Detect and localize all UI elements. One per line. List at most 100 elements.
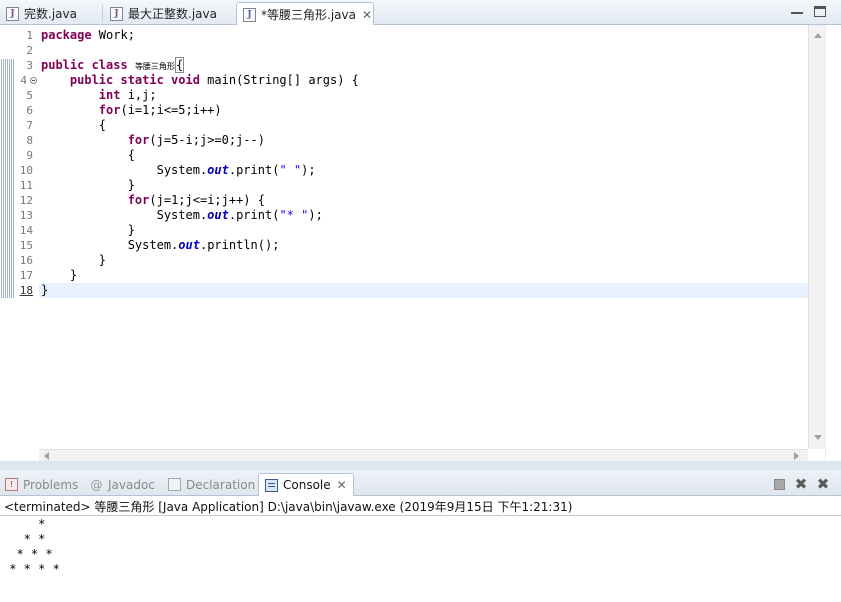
console-divider	[0, 515, 841, 516]
code-text: );	[301, 163, 316, 177]
code-line-8: for(j=5-i;j>=0;j--)	[41, 133, 265, 148]
keyword: int	[98, 88, 121, 102]
java-file-icon: J	[110, 6, 123, 21]
editor-tab-bar: J 完数.java J 最大正整数.java J *等腰三角形.java ✕	[0, 0, 841, 26]
line-number: 2	[26, 44, 33, 57]
maximize-icon[interactable]	[814, 6, 826, 17]
line-number: 17	[19, 269, 33, 282]
overview-ruler[interactable]	[825, 25, 841, 461]
line-number: 9	[26, 149, 33, 162]
minimize-icon[interactable]	[791, 6, 803, 14]
tab-declaration[interactable]: Declaration	[168, 473, 255, 496]
code-line-15: System.out.println();	[41, 238, 280, 253]
line-number: 3	[26, 59, 33, 72]
tab-problems[interactable]: ! Problems	[5, 473, 78, 496]
line-number-gutter: 1 2 3 4 5 6 7 8 9 10 11 12 13 14 15 16 1…	[16, 25, 39, 461]
code-line-4: public static void main(String[] args) {	[41, 73, 359, 88]
close-icon[interactable]: ✕	[362, 8, 372, 22]
editor-tab-isosceles-triangle[interactable]: J *等腰三角形.java ✕	[236, 2, 374, 26]
code-line-7: {	[41, 118, 107, 132]
code-line-3: public class 等腰三角形{	[41, 57, 185, 73]
code-text: System.	[41, 208, 208, 222]
line-number: 13	[19, 209, 33, 222]
console-output-line: * * *	[2, 547, 60, 561]
code-text: .print(	[228, 208, 280, 222]
editor-tab-label: *等腰三角形.java	[261, 8, 356, 22]
fold-collapse-icon[interactable]	[30, 77, 37, 84]
line-number: 10	[19, 164, 33, 177]
tab-console[interactable]: Console ✕	[258, 473, 354, 496]
editor-tab-label: 最大正整数.java	[128, 7, 217, 21]
console-view[interactable]: <terminated> 等腰三角形 [Java Application] D:…	[0, 497, 841, 602]
scroll-down-icon[interactable]	[814, 435, 822, 440]
console-output-line: *	[2, 517, 53, 531]
java-file-icon: J	[6, 6, 19, 21]
code-area[interactable]: package Work; public class 等腰三角形{ public…	[39, 25, 808, 449]
code-text: i,j;	[120, 88, 157, 102]
editor-tab-max-positive-integer[interactable]: J 最大正整数.java	[104, 2, 232, 25]
code-text: Work;	[91, 28, 135, 42]
code-line-11: }	[41, 178, 135, 192]
javadoc-icon: @	[90, 477, 103, 492]
close-icon[interactable]: ✕	[337, 478, 347, 492]
code-line-6: for(i=1;i<=5;i++)	[41, 103, 222, 118]
horizontal-scrollbar[interactable]	[39, 449, 808, 461]
scroll-left-icon[interactable]	[44, 452, 49, 460]
declaration-icon	[168, 478, 181, 491]
vertical-scrollbar[interactable]	[808, 25, 825, 449]
code-text: );	[308, 208, 323, 222]
problems-icon: !	[5, 478, 18, 491]
line-number: 16	[19, 254, 33, 267]
line-number: 15	[19, 239, 33, 252]
code-line-12: for(j=1;j<=i;j++) {	[41, 193, 265, 208]
remove-launch-icon[interactable]: ✖	[794, 475, 808, 493]
string-literal: "* "	[279, 208, 309, 222]
line-number: 5	[26, 89, 33, 102]
code-editor[interactable]: 1 2 3 4 5 6 7 8 9 10 11 12 13 14 15 16 1…	[0, 25, 841, 461]
code-line-9: {	[41, 148, 135, 162]
keyword: package	[41, 28, 92, 42]
line-number-current: 18	[19, 284, 33, 297]
string-literal: " "	[279, 163, 302, 177]
line-number: 1	[26, 29, 33, 42]
scroll-up-icon[interactable]	[814, 33, 822, 38]
tab-label: Declaration	[186, 477, 256, 492]
code-line-13: System.out.print("* ");	[41, 208, 323, 223]
keyword: public static void	[69, 73, 200, 87]
code-text: (i=1;i<=5;i++)	[120, 103, 222, 117]
line-number: 12	[19, 194, 33, 207]
change-ruler	[0, 25, 16, 461]
code-line-17: }	[41, 268, 78, 282]
terminate-icon[interactable]	[772, 477, 786, 491]
code-text: (j=1;j<=i;j++) {	[149, 193, 265, 207]
java-file-icon: J	[243, 7, 256, 22]
keyword: public class	[41, 58, 128, 72]
remove-all-terminated-icon[interactable]: ✖	[816, 475, 830, 493]
scroll-right-icon[interactable]	[794, 452, 799, 460]
tab-label: Javadoc	[108, 477, 155, 492]
tab-label: Console	[283, 478, 331, 492]
console-output-line: * * * *	[2, 562, 68, 576]
code-line-10: System.out.print(" ");	[41, 163, 316, 178]
current-line-highlight	[39, 283, 808, 298]
editor-tab-wanshu[interactable]: J 完数.java	[0, 2, 102, 25]
static-field: out	[178, 238, 200, 252]
code-text: .print(	[228, 163, 280, 177]
console-output-line: * *	[2, 532, 53, 546]
panel-sash[interactable]	[0, 461, 841, 470]
code-line-1: package Work;	[41, 28, 135, 43]
matching-bracket: {	[174, 57, 185, 73]
code-line-18: }	[41, 283, 49, 297]
keyword: for	[127, 193, 150, 207]
code-text: .println();	[199, 238, 280, 252]
static-field: out	[207, 163, 229, 177]
tab-label: Problems	[23, 477, 79, 492]
tab-javadoc[interactable]: @ Javadoc	[90, 473, 155, 496]
view-tab-bar: ! Problems @ Javadoc Declaration Console…	[0, 470, 841, 496]
line-number: 14	[19, 224, 33, 237]
code-line-14: }	[41, 223, 135, 237]
